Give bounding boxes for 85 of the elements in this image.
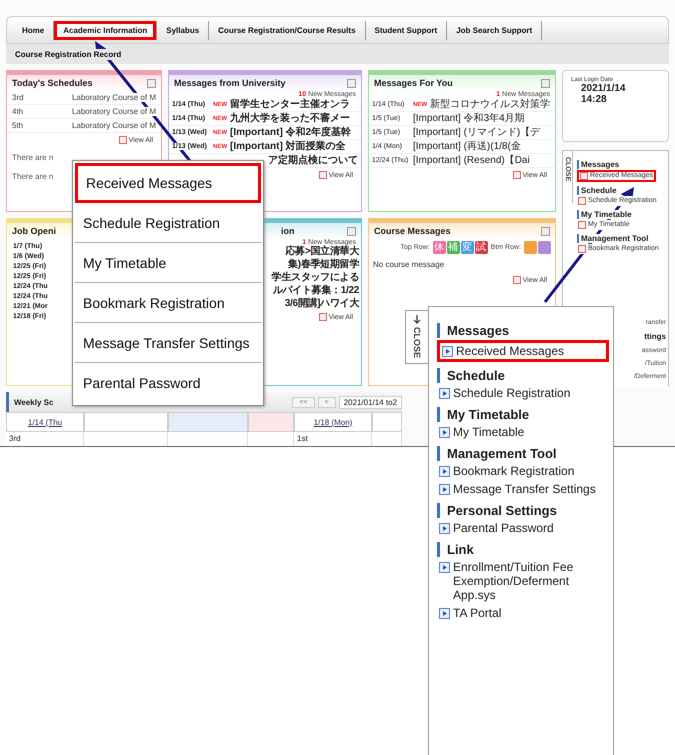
menu-link[interactable]: Message Transfer Settings xyxy=(437,481,609,497)
play-icon xyxy=(439,484,450,495)
card-title: Job Openi xyxy=(12,226,56,236)
message-link[interactable]: [Important] 令和3年4月期 xyxy=(413,112,525,124)
section-heading: My Timetable xyxy=(577,210,632,219)
section-heading: ttings xyxy=(644,332,666,341)
section-heading: Schedule xyxy=(437,368,609,383)
section-heading: Messages xyxy=(437,323,609,338)
menu-link[interactable]: Bookmark Registration xyxy=(437,463,609,479)
expand-icon[interactable] xyxy=(347,226,356,236)
course-name: Laboratory Course of M xyxy=(72,107,156,116)
empty-note: There are n xyxy=(12,172,54,181)
menu-item[interactable]: Schedule Registration xyxy=(75,203,261,243)
section-heading: Management Tool xyxy=(437,446,609,461)
nav-tab[interactable]: Course Registration/Course Results xyxy=(209,20,366,40)
menu-link[interactable]: Received Messages xyxy=(437,340,609,362)
message-link[interactable]: 新型コロナウイルス対策学 xyxy=(430,98,550,110)
message-link[interactable]: ア定期点検について xyxy=(268,154,358,166)
card-title: Weekly Sc xyxy=(14,398,54,406)
date-range: 2021/01/14 to2 xyxy=(338,396,402,408)
play-icon xyxy=(439,608,450,619)
card-title: Messages from University xyxy=(174,78,286,88)
section-heading: My Timetable xyxy=(437,407,609,422)
course-name: Laboratory Course of M xyxy=(72,93,156,102)
menu-item[interactable]: Message Transfer Settings xyxy=(75,323,261,363)
expand-icon[interactable] xyxy=(541,226,550,236)
expand-icon[interactable] xyxy=(347,78,356,88)
menu-item[interactable]: Received Messages xyxy=(75,163,261,203)
close-tab[interactable]: CLOSE xyxy=(405,310,428,364)
message-link[interactable]: 学生スタッフによる xyxy=(272,272,359,284)
menu-link[interactable]: My Timetable xyxy=(437,424,609,440)
period-label: 3rd xyxy=(6,432,84,446)
play-icon xyxy=(439,466,450,477)
arrow-icon xyxy=(413,315,421,325)
empty-note: No course message xyxy=(372,259,446,271)
menu-link[interactable]: Schedule Registration xyxy=(437,385,609,401)
card-title: Course Messages xyxy=(374,226,451,236)
category-tag[interactable]: 試 xyxy=(474,241,488,254)
play-icon xyxy=(439,388,450,399)
period-label: 5th xyxy=(12,121,24,130)
card-title: Today's Schedules xyxy=(12,78,92,88)
play-icon xyxy=(442,346,453,357)
message-link[interactable]: 集)春季短期留学 xyxy=(288,259,359,271)
message-link[interactable]: 3/6開講]ハワイ大 xyxy=(284,298,359,310)
period-label: 1st xyxy=(294,432,372,446)
login-time: 14:28 xyxy=(580,94,608,105)
message-link[interactable]: [Important] (再送)(1/8(金 xyxy=(413,140,521,152)
menu-link[interactable]: Parental Password xyxy=(437,520,609,536)
menu-item[interactable]: Bookmark Registration xyxy=(75,283,261,323)
play-icon xyxy=(439,562,450,573)
menu-link[interactable]: TA Portal xyxy=(437,605,609,621)
menu-item[interactable]: My Timetable xyxy=(75,243,261,283)
card-title: Messages For You xyxy=(374,78,453,88)
play-icon xyxy=(439,523,450,534)
nav-tab[interactable]: Job Search Support xyxy=(447,20,542,40)
section-heading: Management Tool xyxy=(577,234,648,243)
play-icon xyxy=(439,427,450,438)
day-link[interactable]: 1/14 (Thu xyxy=(28,418,62,426)
message-link[interactable]: 応募>国立清華大 xyxy=(286,246,359,258)
section-heading: Link xyxy=(437,542,609,557)
expand-icon[interactable] xyxy=(541,78,550,88)
card-title: ion xyxy=(281,226,294,236)
message-link[interactable]: ルバイト募集：1/22 xyxy=(272,285,359,297)
message-link[interactable]: 留学生センター主催オンラ xyxy=(230,98,350,110)
nav-tab[interactable]: Student Support xyxy=(366,20,448,40)
section-heading: Messages xyxy=(577,160,620,169)
menu-link[interactable]: Enrollment/Tuition Fee Exemption/Deferment App.sys xyxy=(437,559,609,603)
nav-tab[interactable]: Academic Information xyxy=(54,20,158,40)
nav-tab[interactable]: Syllabus xyxy=(157,20,210,40)
section-heading: Schedule xyxy=(577,186,617,195)
empty-note: There are n xyxy=(12,153,54,162)
login-date: 2021/1/14 xyxy=(580,83,626,94)
menu-item[interactable]: Parental Password xyxy=(75,363,261,403)
day-link[interactable]: 1/18 (Mon) xyxy=(314,418,352,426)
message-link[interactable]: [Important] (リマインド)【デ xyxy=(413,126,540,138)
expand-icon[interactable] xyxy=(147,78,156,88)
section-heading: Personal Settings xyxy=(437,503,609,518)
period-label: 3rd xyxy=(12,93,25,102)
course-name: Laboratory Course of M xyxy=(72,121,156,130)
message-link[interactable]: [Important] 対面授業の全 xyxy=(230,140,346,152)
message-link[interactable]: 九州大学を装った不審メー xyxy=(230,112,350,124)
category-tag[interactable] xyxy=(538,241,551,254)
message-link[interactable]: [Important] (Resend)【Dai xyxy=(413,154,530,166)
period-label: 4th xyxy=(12,107,24,116)
message-link[interactable]: [Important] 令和2年度基幹 xyxy=(230,126,352,138)
